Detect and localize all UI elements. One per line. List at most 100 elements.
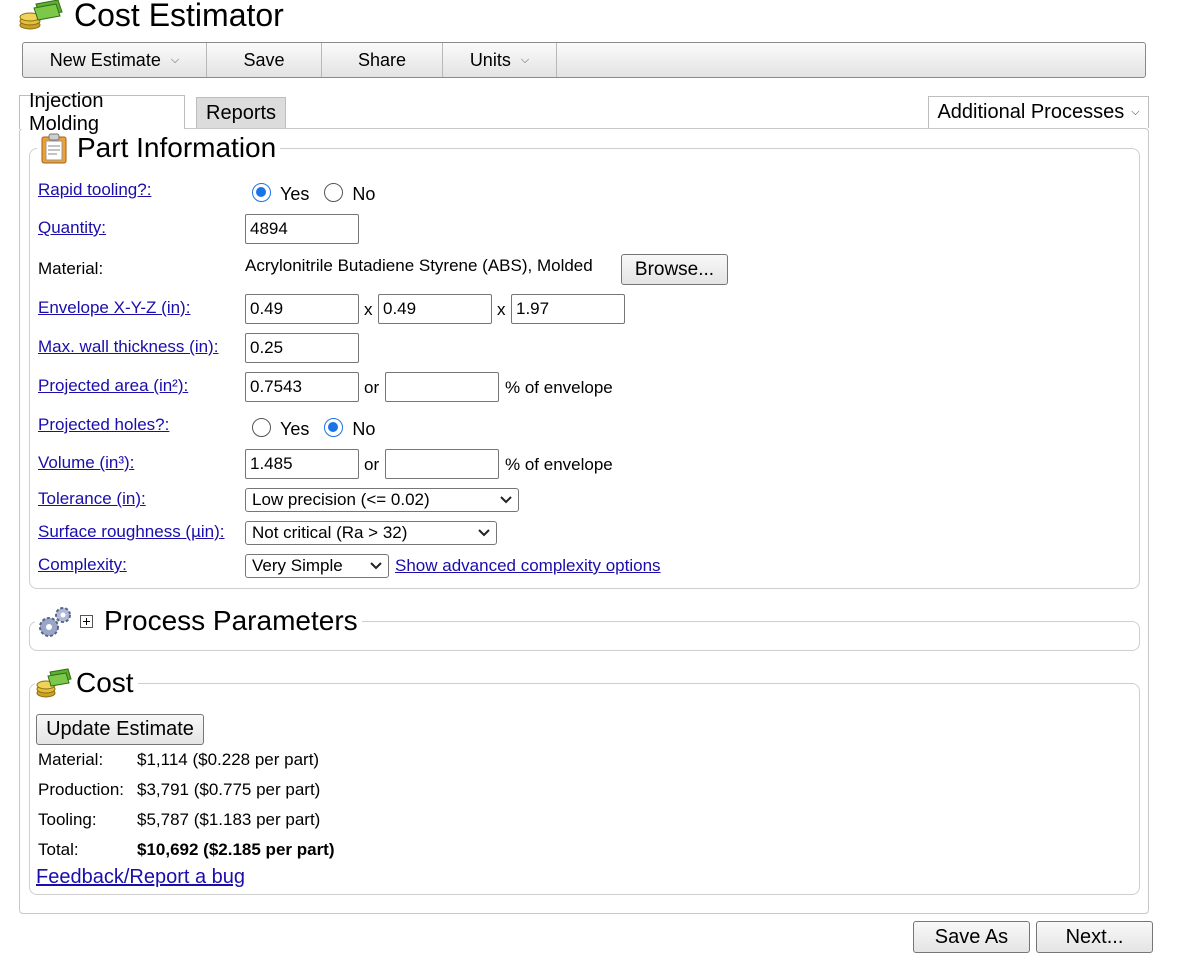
main-menubar: New Estimate ⌵ Save Share Units ⌵ bbox=[22, 42, 1146, 78]
new-estimate-menu[interactable]: New Estimate ⌵ bbox=[23, 43, 207, 77]
quantity-link[interactable]: Quantity: bbox=[38, 218, 106, 238]
complexity-value: Very Simple bbox=[252, 556, 343, 575]
cost-row-tooling: Tooling: $5,787 ($1.183 per part) bbox=[38, 808, 320, 832]
yes-label: Yes bbox=[280, 419, 310, 439]
tab-reports[interactable]: Reports bbox=[196, 97, 286, 128]
projected-holes-no-radio[interactable] bbox=[324, 418, 344, 437]
cost-total-value: $10,692 ($2.185 per part) bbox=[137, 840, 335, 859]
roughness-select[interactable]: Not critical (Ra > 32) bbox=[245, 521, 497, 545]
roughness-link[interactable]: Surface roughness (µin): bbox=[38, 522, 225, 542]
volume-label: Volume (in³): bbox=[38, 450, 134, 476]
additional-processes-label: Additional Processes bbox=[937, 101, 1125, 123]
rapid-tooling-label: Rapid tooling?: bbox=[38, 177, 151, 203]
tolerance-select[interactable]: Low precision (<= 0.02) bbox=[245, 488, 519, 512]
cost-value: $1,114 ($0.228 per part) bbox=[137, 750, 320, 769]
material-value: Acrylonitrile Butadiene Styrene (ABS), M… bbox=[245, 256, 593, 275]
projected-holes-label: Projected holes?: bbox=[38, 412, 169, 438]
clipboard-icon bbox=[41, 133, 67, 164]
chevron-down-icon bbox=[500, 496, 512, 504]
cost-value: $3,791 ($0.775 per part) bbox=[137, 780, 321, 799]
wall-thickness-label: Max. wall thickness (in): bbox=[38, 334, 218, 360]
units-menu[interactable]: Units ⌵ bbox=[443, 43, 557, 77]
volume-link[interactable]: Volume (in³): bbox=[38, 453, 134, 473]
envelope-label: Envelope X-Y-Z (in): bbox=[38, 295, 190, 321]
envelope-x-input[interactable] bbox=[245, 294, 359, 324]
cost-value: $5,787 ($1.183 per part) bbox=[137, 810, 321, 829]
roughness-label: Surface roughness (µin): bbox=[38, 519, 225, 545]
envelope-sep: x bbox=[497, 300, 506, 319]
envelope-link[interactable]: Envelope X-Y-Z (in): bbox=[38, 298, 190, 318]
new-estimate-label: New Estimate bbox=[49, 49, 161, 70]
tolerance-value: Low precision (<= 0.02) bbox=[252, 490, 430, 509]
or-label: or bbox=[364, 455, 380, 474]
no-label: No bbox=[352, 419, 376, 439]
save-button[interactable]: Save bbox=[207, 43, 322, 77]
rapid-tooling-link[interactable]: Rapid tooling?: bbox=[38, 180, 151, 200]
projected-area-link[interactable]: Projected area (in²): bbox=[38, 376, 188, 396]
units-label: Units bbox=[469, 49, 511, 70]
coins-and-money-icon bbox=[19, 0, 63, 30]
no-label: No bbox=[352, 184, 376, 204]
tab-injection-molding[interactable]: Injection Molding bbox=[19, 90, 185, 135]
save-as-button[interactable]: Save As bbox=[913, 921, 1030, 953]
rapid-tooling-yes-radio[interactable] bbox=[252, 183, 271, 202]
cost-row-production: Production: $3,791 ($0.775 per part) bbox=[38, 778, 320, 802]
share-button[interactable]: Share bbox=[322, 43, 443, 77]
cost-label: Production: bbox=[38, 780, 124, 799]
coins-and-money-icon bbox=[36, 668, 72, 698]
or-label: or bbox=[364, 378, 380, 397]
part-information-title: Part Information bbox=[77, 132, 277, 163]
app-header: Cost Estimator bbox=[18, 0, 284, 36]
envelope-sep: x bbox=[364, 300, 373, 319]
complexity-label: Complexity: bbox=[38, 552, 127, 578]
advanced-complexity-link[interactable]: Show advanced complexity options bbox=[395, 556, 661, 576]
app-title: Cost Estimator bbox=[74, 0, 284, 33]
cost-label: Total: bbox=[38, 840, 79, 859]
tab-label: Reports bbox=[206, 101, 277, 124]
cost-title: Cost bbox=[76, 667, 134, 698]
next-button[interactable]: Next... bbox=[1036, 921, 1153, 953]
cost-row-material: Material: $1,114 ($0.228 per part) bbox=[38, 748, 319, 772]
roughness-value: Not critical (Ra > 32) bbox=[252, 523, 408, 542]
percent-envelope-label: % of envelope bbox=[505, 378, 613, 397]
tolerance-label: Tolerance (in): bbox=[38, 486, 146, 512]
projected-holes-link[interactable]: Projected holes?: bbox=[38, 415, 169, 435]
process-parameters-title: Process Parameters bbox=[104, 605, 358, 636]
volume-input[interactable] bbox=[245, 449, 359, 479]
envelope-y-input[interactable] bbox=[378, 294, 492, 324]
rapid-tooling-options: Yes No bbox=[252, 180, 375, 205]
chevron-down-icon: ⌵ bbox=[520, 53, 530, 66]
cost-label: Tooling: bbox=[38, 810, 97, 829]
rapid-tooling-no-radio[interactable] bbox=[324, 183, 344, 202]
projected-holes-yes-radio[interactable] bbox=[252, 418, 271, 437]
cost-legend: Cost bbox=[35, 665, 138, 701]
volume-percent-input[interactable] bbox=[385, 449, 499, 479]
quantity-input[interactable] bbox=[245, 214, 359, 244]
material-label: Material: bbox=[38, 259, 104, 278]
envelope-z-input[interactable] bbox=[511, 294, 625, 324]
cost-label: Material: bbox=[38, 750, 104, 769]
feedback-link[interactable]: Feedback/Report a bug bbox=[36, 866, 245, 889]
projected-area-input[interactable] bbox=[245, 372, 359, 402]
percent-envelope-label: % of envelope bbox=[505, 455, 613, 474]
wall-thickness-input[interactable] bbox=[245, 333, 359, 363]
save-label: Save bbox=[243, 49, 285, 70]
cost-row-total: Total: $10,692 ($2.185 per part) bbox=[38, 838, 335, 862]
complexity-link[interactable]: Complexity: bbox=[38, 555, 127, 575]
expand-toggle-icon[interactable] bbox=[80, 614, 93, 628]
quantity-label: Quantity: bbox=[38, 215, 106, 241]
tolerance-link[interactable]: Tolerance (in): bbox=[38, 489, 146, 509]
process-parameters-legend: Process Parameters bbox=[35, 603, 362, 639]
browse-button[interactable]: Browse... bbox=[621, 254, 728, 285]
projected-holes-options: Yes No bbox=[252, 415, 375, 440]
tab-label: Injection Molding bbox=[29, 89, 104, 135]
gears-icon bbox=[39, 607, 71, 637]
projected-area-label: Projected area (in²): bbox=[38, 373, 188, 399]
update-estimate-button[interactable]: Update Estimate bbox=[36, 714, 204, 745]
additional-processes-menu[interactable]: Additional Processes ⌵ bbox=[928, 96, 1149, 128]
chevron-down-icon: ⌵ bbox=[170, 53, 180, 66]
projected-area-percent-input[interactable] bbox=[385, 372, 499, 402]
complexity-select[interactable]: Very Simple bbox=[245, 554, 389, 578]
wall-thickness-link[interactable]: Max. wall thickness (in): bbox=[38, 337, 218, 357]
yes-label: Yes bbox=[280, 184, 310, 204]
